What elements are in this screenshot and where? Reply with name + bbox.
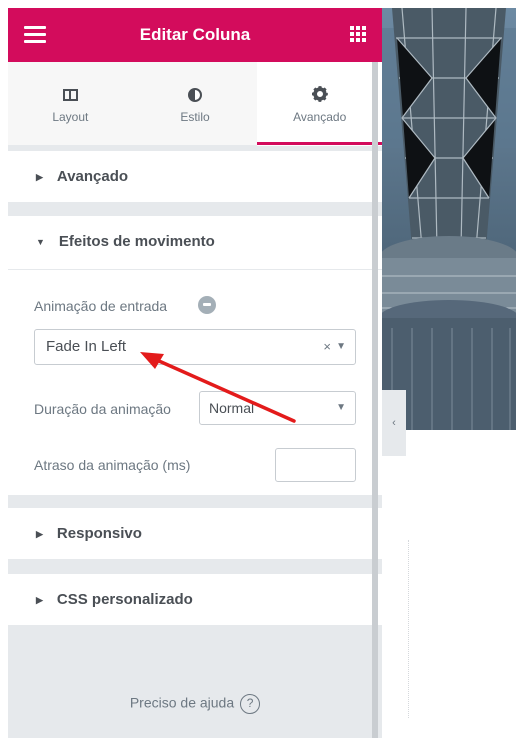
panel-title: Editar Coluna (139, 25, 251, 44)
section-label: Efeitos de movimento (58, 233, 215, 250)
tab-label: Avançado (293, 110, 347, 124)
animation-delay-label: Atraso da animação (ms) (34, 457, 191, 473)
editor-panel: Editar Coluna Layout Estilo Avançado ▶ Av… (8, 8, 382, 738)
gear-icon (257, 86, 382, 104)
caret-right-icon: ▶ (36, 172, 43, 182)
preview-tower-image (382, 8, 516, 430)
entrance-animation-label: Animação de entrada (34, 298, 168, 314)
tab-style[interactable]: Estilo (132, 62, 258, 146)
panel-header: Editar Coluna (8, 8, 382, 62)
tab-advanced[interactable]: Avançado (257, 62, 382, 146)
half-circle-style-icon (188, 87, 202, 102)
chevron-down-icon: ▼ (336, 402, 346, 413)
question-circle-icon: ? (240, 694, 261, 714)
animation-duration-label: Duração da animação (34, 401, 171, 417)
section-advanced[interactable]: ▶ Avançado (8, 151, 382, 203)
caret-down-icon: ▼ (36, 237, 45, 247)
widgets-grid-icon[interactable] (350, 26, 366, 42)
section-responsive[interactable]: ▶ Responsivo (8, 508, 382, 560)
tab-label: Estilo (180, 110, 210, 124)
motion-effects-body: Animação de entrada Fade In Left × ▼ Dur… (8, 270, 382, 495)
animation-duration-select[interactable]: Normal ▼ (199, 391, 356, 425)
panel-scrollbar[interactable] (372, 62, 378, 738)
tab-label: Layout (52, 110, 89, 124)
caret-right-icon: ▶ (36, 529, 43, 539)
section-label: Responsivo (56, 525, 142, 542)
panel-tabs: Layout Estilo Avançado (8, 62, 382, 146)
animation-duration-value: Normal (209, 400, 255, 416)
section-label: Avançado (56, 168, 129, 185)
layout-columns-icon (62, 88, 78, 101)
help-bubble-icon[interactable] (198, 296, 216, 314)
entrance-animation-value: Fade In Left (46, 338, 127, 355)
column-guide-line (408, 540, 409, 718)
section-motion-effects[interactable]: ▼ Efeitos de movimento (8, 216, 382, 270)
entrance-animation-select[interactable]: Fade In Left × ▼ (34, 329, 356, 365)
collapse-panel-button[interactable]: ‹ (382, 390, 406, 456)
caret-right-icon: ▶ (36, 595, 43, 605)
tab-layout[interactable]: Layout (8, 62, 133, 146)
section-label: CSS personalizado (56, 591, 193, 608)
animation-delay-input[interactable] (275, 448, 356, 482)
help-link-label: Preciso de ajuda (129, 694, 235, 711)
section-custom-css[interactable]: ▶ CSS personalizado (8, 574, 382, 626)
help-link[interactable]: Preciso de ajuda? (8, 694, 382, 714)
chevron-down-icon: ▼ (336, 341, 346, 352)
clear-icon[interactable]: × (323, 330, 331, 364)
